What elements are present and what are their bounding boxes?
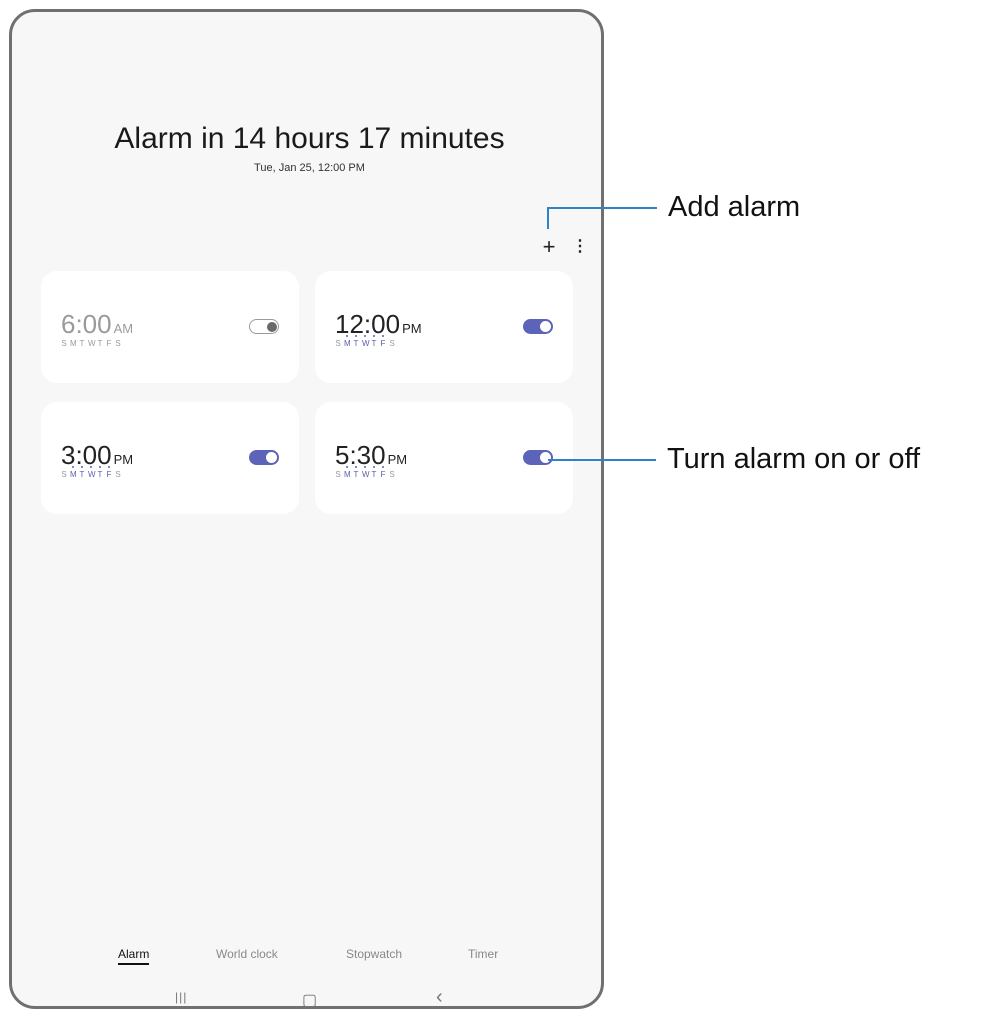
recent-apps-button[interactable]: ||| bbox=[175, 990, 187, 1004]
day-label: M bbox=[344, 335, 351, 348]
day-label: S bbox=[61, 339, 67, 348]
alarm-toggle[interactable] bbox=[249, 450, 279, 465]
toggle-knob bbox=[539, 320, 552, 333]
alarm-card[interactable]: 5:30 PM S M T W T F S bbox=[315, 402, 573, 514]
callout-add-alarm: Add alarm bbox=[668, 191, 801, 223]
alarm-days: S M T W T F S bbox=[61, 339, 121, 348]
bottom-tabs: Alarm World clock Stopwatch Timer bbox=[12, 947, 607, 971]
toggle-knob bbox=[539, 451, 552, 464]
day-label: F bbox=[106, 339, 112, 348]
back-button[interactable]: ‹ bbox=[436, 986, 443, 1009]
day-label: M bbox=[70, 339, 77, 348]
callout-line bbox=[547, 207, 549, 229]
tab-stopwatch[interactable]: Stopwatch bbox=[346, 947, 402, 961]
callout-line bbox=[547, 207, 657, 209]
alarm-card[interactable]: 6:00 AM S M T W T F S bbox=[41, 271, 299, 383]
tab-alarm[interactable]: Alarm bbox=[118, 947, 150, 965]
alarm-toggle[interactable] bbox=[523, 450, 553, 465]
day-label: S bbox=[335, 339, 341, 348]
day-label: S bbox=[61, 470, 67, 479]
day-label: W bbox=[88, 466, 96, 479]
alarm-toggle[interactable] bbox=[523, 319, 553, 334]
day-label: T bbox=[79, 466, 85, 479]
day-label: F bbox=[380, 335, 386, 348]
day-label: T bbox=[353, 335, 359, 348]
alarm-days: S M T W T F S bbox=[61, 466, 121, 479]
day-label: F bbox=[380, 466, 386, 479]
alarm-days: S M T W T F S bbox=[335, 335, 395, 348]
day-label: T bbox=[371, 335, 377, 348]
tab-timer[interactable]: Timer bbox=[468, 947, 498, 961]
tablet-frame: Alarm in 14 hours 17 minutes Tue, Jan 25… bbox=[9, 9, 604, 1009]
day-label: S bbox=[389, 339, 395, 348]
day-label: F bbox=[106, 466, 112, 479]
day-label: T bbox=[79, 339, 85, 348]
alarm-card[interactable]: 12:00 PM S M T W T F S bbox=[315, 271, 573, 383]
day-label: T bbox=[97, 339, 103, 348]
day-label: M bbox=[70, 466, 77, 479]
alarm-toggle[interactable] bbox=[249, 319, 279, 334]
day-label: S bbox=[115, 470, 121, 479]
alarm-days: S M T W T F S bbox=[335, 466, 395, 479]
home-button[interactable]: ▢ bbox=[302, 990, 317, 1010]
toggle-knob bbox=[267, 321, 277, 332]
system-navbar: ||| ▢ ‹ bbox=[12, 986, 607, 1014]
alarm-time: 6:00 AM bbox=[61, 309, 134, 339]
page-title: Alarm in 14 hours 17 minutes bbox=[114, 122, 505, 155]
alarm-card[interactable]: 3:00 PM S M T W T F S bbox=[41, 402, 299, 514]
day-label: S bbox=[335, 470, 341, 479]
day-label: M bbox=[344, 466, 351, 479]
day-label: S bbox=[389, 470, 395, 479]
day-label: W bbox=[88, 339, 96, 348]
toggle-knob bbox=[265, 451, 278, 464]
day-label: T bbox=[97, 466, 103, 479]
more-options-button[interactable]: ⋮ bbox=[572, 239, 588, 255]
day-label: T bbox=[353, 466, 359, 479]
add-alarm-button[interactable]: + bbox=[539, 234, 559, 259]
day-label: W bbox=[362, 335, 370, 348]
callout-line bbox=[548, 459, 656, 461]
next-alarm-datetime: Tue, Jan 25, 12:00 PM bbox=[254, 162, 365, 174]
day-label: S bbox=[115, 339, 121, 348]
tab-world-clock[interactable]: World clock bbox=[216, 947, 278, 961]
plus-icon: + bbox=[542, 234, 556, 259]
day-label: W bbox=[362, 466, 370, 479]
more-vertical-icon: ⋮ bbox=[572, 238, 588, 255]
day-label: T bbox=[371, 466, 377, 479]
callout-toggle: Turn alarm on or off bbox=[667, 443, 921, 475]
